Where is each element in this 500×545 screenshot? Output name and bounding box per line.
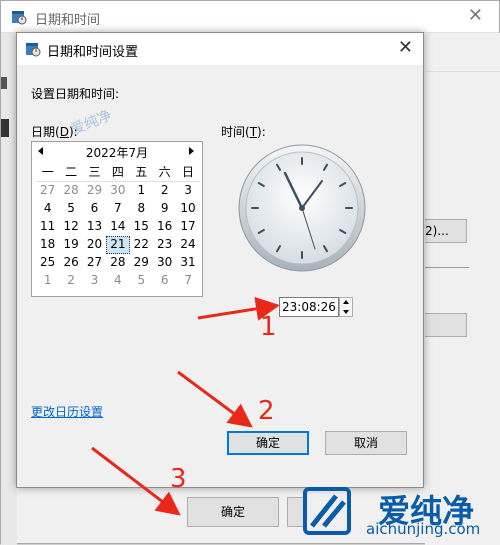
calendar-day[interactable]: 9	[153, 200, 176, 218]
calendar-day[interactable]: 28	[106, 254, 129, 272]
dialog-title: 日期和时间设置	[47, 45, 139, 60]
close-icon[interactable]: ✕	[398, 37, 413, 58]
parent-left-mark	[1, 77, 7, 89]
spin-down-icon[interactable]	[343, 310, 349, 314]
calendar-day[interactable]: 6	[83, 200, 106, 218]
calendar-day[interactable]: 8	[130, 200, 153, 218]
calendar-day[interactable]: 30	[106, 182, 129, 200]
dialog-heading: 设置日期和时间:	[31, 87, 120, 101]
parent-titlebar: 日期和时间 ✕	[1, 1, 499, 33]
calendar-day[interactable]: 16	[153, 218, 176, 236]
weekday-label: 四	[106, 164, 130, 182]
parent-title: 日期和时间	[35, 13, 101, 28]
next-month-icon[interactable]	[189, 147, 194, 155]
parent-right-area	[425, 33, 500, 545]
calendar-day[interactable]: 12	[59, 218, 82, 236]
calendar-day[interactable]: 27	[36, 182, 59, 200]
time-input[interactable]: 23:08:26	[279, 297, 339, 317]
calendar-day[interactable]: 26	[59, 254, 82, 272]
cancel-button[interactable]: 取消	[325, 431, 407, 455]
calendar-day[interactable]: 29	[83, 182, 106, 200]
calendar-day[interactable]: 28	[59, 182, 82, 200]
parent-change-button[interactable]: 2)...	[425, 219, 467, 243]
parent-separator	[425, 267, 469, 268]
calendar-day[interactable]: 6	[153, 272, 176, 290]
calendar-day[interactable]: 19	[59, 236, 82, 254]
weekday-label: 二	[59, 164, 83, 182]
calendar-week-row: 27 28 29 30 1 2 3	[36, 182, 200, 200]
calendar-grid: 一 二 三 四 五 六 日 27 28 29 30 1 2 3 4 5 6 7 8 9 10 11 12 13 1…	[36, 164, 200, 290]
calendar-day[interactable]: 5	[59, 200, 82, 218]
calendar-day[interactable]: 7	[106, 200, 129, 218]
calendar-day[interactable]: 11	[36, 218, 59, 236]
ok-button[interactable]: 确定	[227, 431, 309, 455]
calendar-day[interactable]: 4	[106, 272, 129, 290]
calendar-day[interactable]: 22	[130, 236, 153, 254]
calendar-day[interactable]: 25	[36, 254, 59, 272]
parent-left-strip	[1, 33, 17, 545]
calendar-day[interactable]: 13	[83, 218, 106, 236]
calendar-day[interactable]: 3	[176, 182, 199, 200]
calendar-week-row: 25 26 27 28 29 30 31	[36, 254, 200, 272]
time-label: 时间(T):	[221, 125, 266, 139]
change-calendar-link[interactable]: 更改日历设置	[31, 403, 103, 420]
calendar-day[interactable]: 2	[59, 272, 82, 290]
datetime-icon	[26, 43, 41, 57]
calendar-day[interactable]: 5	[130, 272, 153, 290]
weekday-label: 一	[36, 164, 60, 182]
calendar-day[interactable]: 2	[153, 182, 176, 200]
watermark-logo-icon	[303, 487, 351, 535]
calendar-day[interactable]: 7	[176, 272, 199, 290]
step-2-label: 2	[258, 396, 275, 426]
calendar-day[interactable]: 3	[83, 272, 106, 290]
calendar-day[interactable]: 1	[130, 182, 153, 200]
watermark-url: aichunjing.com	[366, 520, 481, 538]
step-1-label: 1	[260, 312, 277, 342]
calendar-day[interactable]: 30	[153, 254, 176, 272]
calendar-day[interactable]: 23	[153, 236, 176, 254]
calendar-day[interactable]: 29	[130, 254, 153, 272]
dialog-titlebar: 日期和时间设置 ✕	[17, 33, 423, 65]
calendar-week-row: 4 5 6 7 8 9 10	[36, 200, 200, 218]
calendar-day[interactable]: 20	[83, 236, 106, 254]
prev-month-icon[interactable]	[38, 147, 43, 155]
calendar-day[interactable]: 14	[106, 218, 129, 236]
calendar-week-row: 1234567	[36, 272, 200, 290]
calendar-day[interactable]: 24	[176, 236, 199, 254]
weekday-label: 三	[82, 164, 107, 182]
weekday-label: 五	[129, 164, 153, 182]
calendar-day[interactable]: 18	[36, 236, 59, 254]
parent-left-bold	[1, 119, 9, 137]
calendar-week-row: 18 19 20 21 22 23 24	[36, 236, 200, 254]
calendar-day[interactable]: 1	[36, 272, 59, 290]
weekday-row: 一 二 三 四 五 六 日	[36, 164, 200, 182]
time-spinner[interactable]	[339, 297, 353, 317]
calendar-week-row: 11 12 13 14 15 16 17	[36, 218, 200, 236]
parent-close-icon[interactable]: ✕	[468, 5, 483, 26]
parent-divider	[425, 71, 500, 72]
calendar-day[interactable]: 27	[83, 254, 106, 272]
weekday-label: 六	[152, 164, 177, 182]
calendar[interactable]: 2022年7月 一 二 三 四 五 六 日 27 28 29 30 1 2 3 4 5 6 7 8 9 1…	[31, 141, 203, 297]
calendar-day[interactable]: 10	[176, 200, 199, 218]
weekday-label: 日	[176, 164, 200, 182]
datetime-icon	[12, 11, 27, 25]
calendar-month[interactable]: 2022年7月	[32, 144, 202, 161]
calendar-day[interactable]: 31	[176, 254, 199, 272]
spin-up-icon[interactable]	[343, 300, 349, 304]
parent-ok-button[interactable]: 确定	[187, 497, 279, 527]
parent-second-button[interactable]	[425, 313, 467, 337]
calendar-day[interactable]: 21	[106, 236, 130, 254]
calendar-day[interactable]: 15	[130, 218, 153, 236]
calendar-day[interactable]: 17	[176, 218, 199, 236]
step-3-label: 3	[170, 464, 187, 494]
datetime-settings-dialog: 日期和时间设置 ✕ 设置日期和时间: 日期(D): 时间(T): 2022年7月…	[16, 32, 424, 488]
calendar-header: 2022年7月	[32, 144, 202, 164]
analog-clock	[238, 144, 366, 272]
calendar-day[interactable]: 4	[36, 200, 59, 218]
